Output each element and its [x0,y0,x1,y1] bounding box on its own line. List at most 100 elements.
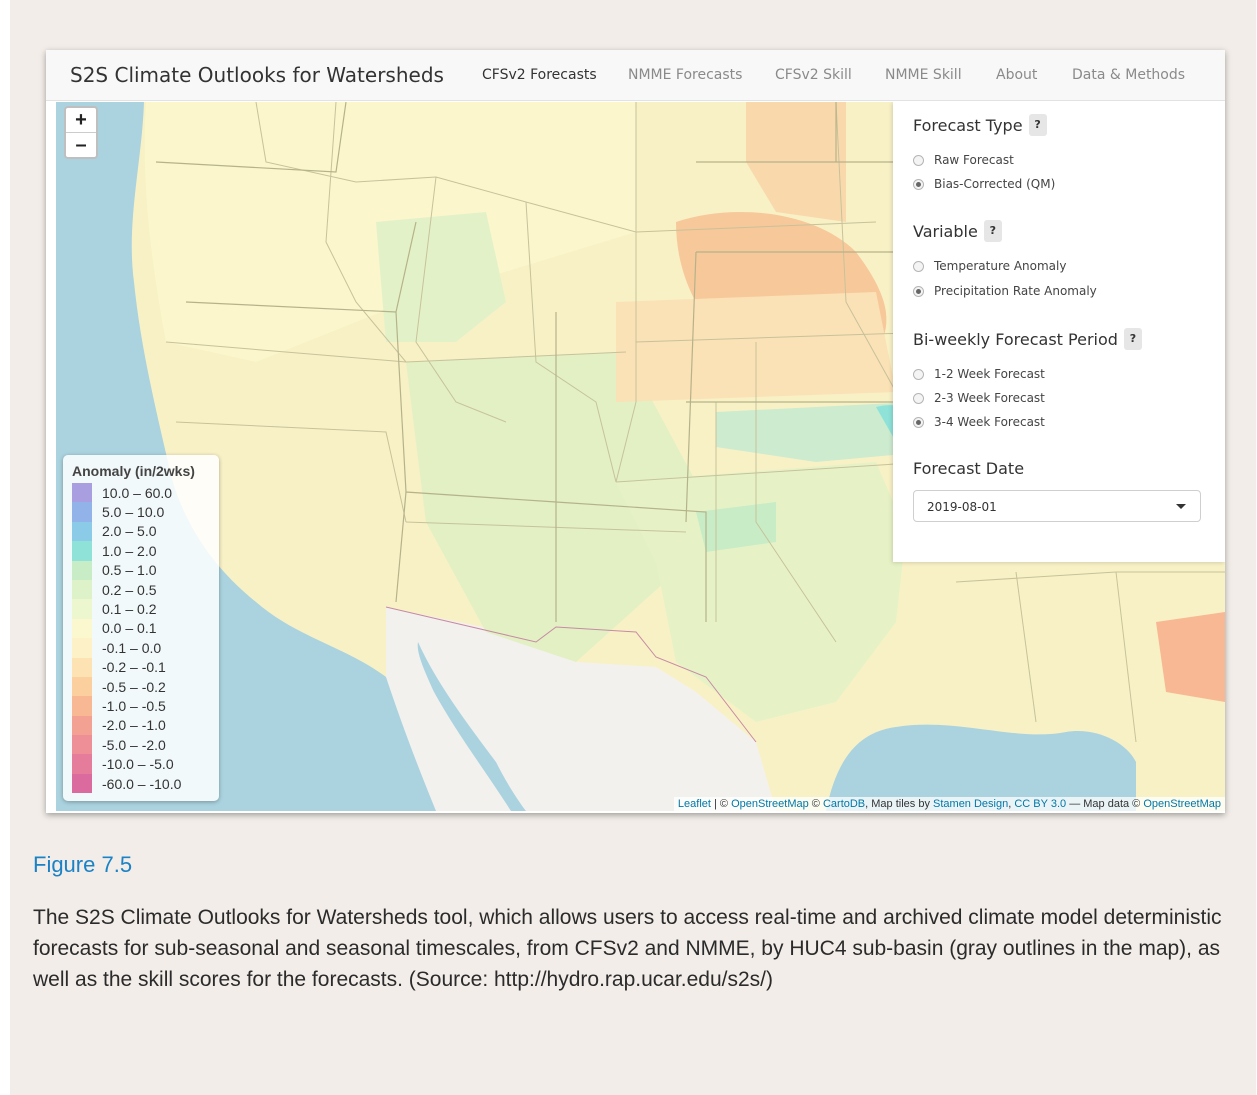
radio-2-3-week[interactable]: 2-3 Week Forecast [913,391,1045,405]
legend-item: 10.0 – 60.0 [72,483,219,503]
forecast-date-value: 2019-08-01 [927,500,997,514]
radio-button[interactable] [913,392,924,404]
radio-raw-forecast[interactable]: Raw Forecast [913,153,1014,167]
app-brand[interactable]: S2S Climate Outlooks for Watersheds [70,63,444,87]
legend-swatch [72,676,92,697]
nav-nmme-skill[interactable]: NMME Skill [885,67,962,83]
radio-precipitation-anomaly[interactable]: Precipitation Rate Anomaly [913,284,1097,298]
legend-swatch [72,657,92,677]
legend-swatch [72,579,92,600]
legend-item: -0.2 – -0.1 [72,657,219,677]
forecast-type-heading: Forecast Type ? [913,114,1047,136]
nav-data-methods[interactable]: Data & Methods [1072,67,1185,83]
legend-label: 2.0 – 5.0 [102,523,157,540]
variable-help-button[interactable]: ? [983,220,1002,242]
legend-label: 10.0 – 60.0 [102,484,173,501]
cartodb-link[interactable]: CartoDB [823,798,865,810]
radio-button[interactable] [913,285,924,297]
legend-label: 0.2 – 0.5 [102,581,157,598]
radio-label: Raw Forecast [934,153,1014,167]
nav-cfsv2-skill[interactable]: CFSv2 Skill [775,67,852,83]
radio-button[interactable] [913,416,924,428]
radio-1-2-week[interactable]: 1-2 Week Forecast [913,367,1045,381]
page: S2S Climate Outlooks for Watersheds CFSv… [0,0,1257,1095]
radio-temperature-anomaly[interactable]: Temperature Anomaly [913,259,1066,273]
radio-label: Bias-Corrected (QM) [934,177,1056,191]
period-help-button[interactable]: ? [1123,328,1142,350]
zoom-out-button[interactable]: – [66,132,96,157]
legend-label: -0.1 – 0.0 [102,639,162,656]
zoom-in-button[interactable]: + [66,108,96,132]
forecast-date-select[interactable]: 2019-08-01 [913,490,1201,522]
forecast-date-label: Forecast Date [913,459,1025,478]
zone-southeast-orange [1156,612,1225,702]
legend-label: 0.1 – 0.2 [102,601,157,618]
legend-item: 2.0 – 5.0 [72,521,219,542]
figure-title: Figure 7.5 [33,852,133,877]
forecast-type-help-button[interactable]: ? [1028,114,1047,136]
zone-great-basin-green [376,212,506,342]
legend-label: -5.0 – -2.0 [102,736,166,753]
legend-label: -10.0 – -5.0 [102,756,174,773]
legend-item: -5.0 – -2.0 [72,735,219,755]
legend-label: -1.0 – -0.5 [102,697,166,714]
nav-about[interactable]: About [996,67,1037,83]
legend-item: -10.0 – -5.0 [72,754,219,774]
period-heading: Bi-weekly Forecast Period ? [913,328,1142,350]
radio-label: 2-3 Week Forecast [934,391,1045,405]
legend-swatch [72,502,92,522]
radio-label: Precipitation Rate Anomaly [934,284,1097,298]
legend-label: 5.0 – 10.0 [102,504,165,521]
legend-swatch [72,754,92,774]
legend-item: -0.1 – 0.0 [72,638,219,658]
legend-label: -60.0 – -10.0 [102,775,182,792]
control-panel: Forecast Type ? Raw Forecast Bias-Correc… [893,102,1225,562]
nav-nmme-forecasts[interactable]: NMME Forecasts [628,67,742,83]
radio-label: 1-2 Week Forecast [934,367,1045,381]
legend-item: 0.0 – 0.1 [72,618,219,639]
radio-button[interactable] [913,368,924,380]
radio-button[interactable] [913,260,924,272]
period-label: Bi-weekly Forecast Period [913,329,1118,349]
zoom-control: + – [64,106,98,159]
osm-data-link[interactable]: OpenStreetMap [1143,798,1221,810]
attribution-text: , Map tiles by [865,798,934,810]
map-attribution: Leaflet | © OpenStreetMap © CartoDB, Map… [673,797,1225,811]
legend-label: 1.0 – 2.0 [102,542,157,559]
navbar: S2S Climate Outlooks for Watersheds CFSv… [46,50,1225,101]
radio-bias-corrected[interactable]: Bias-Corrected (QM) [913,177,1055,191]
app-screenshot: S2S Climate Outlooks for Watersheds CFSv… [46,50,1225,813]
legend-label: 0.5 – 1.0 [102,562,157,579]
stamen-link[interactable]: Stamen Design [933,798,1008,810]
variable-heading: Variable ? [913,220,1002,242]
legend-item: 1.0 – 2.0 [72,541,219,561]
legend-swatch [72,696,92,716]
forecast-type-label: Forecast Type [913,115,1023,135]
radio-label: Temperature Anomaly [934,259,1067,273]
radio-3-4-week[interactable]: 3-4 Week Forecast [913,415,1045,429]
legend-swatch [72,773,92,794]
legend-label: 0.0 – 0.1 [102,620,157,637]
radio-label: 3-4 Week Forecast [934,415,1045,429]
legend-item: -60.0 – -10.0 [72,773,219,794]
anomaly-legend: Anomaly (in/2wks) 10.0 – 60.0 5.0 – 10.0 2… [63,455,219,801]
legend-swatch [72,521,92,542]
legend-item: -2.0 – -1.0 [72,715,219,736]
legend-item: 0.2 – 0.5 [72,579,219,600]
legend-swatch [72,618,92,639]
radio-button[interactable] [913,178,924,190]
map-view[interactable]: + – Anomaly (in/2wks) 10.0 – 60.0 5.0 – 1… [56,102,1225,811]
legend-swatch [72,541,92,561]
attribution-text: © [808,798,823,810]
osm-link[interactable]: OpenStreetMap [731,798,809,810]
legend-title: Anomaly (in/2wks) [72,463,195,479]
legend-label: -2.0 – -1.0 [102,717,166,734]
figure-caption: The S2S Climate Outlooks for Watersheds … [33,906,1222,991]
attribution-text: — Map data © [1066,798,1144,810]
leaflet-link[interactable]: Leaflet [678,798,711,810]
cc-by-link[interactable]: CC BY 3.0 [1014,798,1066,810]
radio-button[interactable] [913,154,924,166]
nav-cfsv2-forecasts[interactable]: CFSv2 Forecasts [482,67,597,83]
legend-item: -0.5 – -0.2 [72,676,219,697]
legend-swatch [72,735,92,755]
